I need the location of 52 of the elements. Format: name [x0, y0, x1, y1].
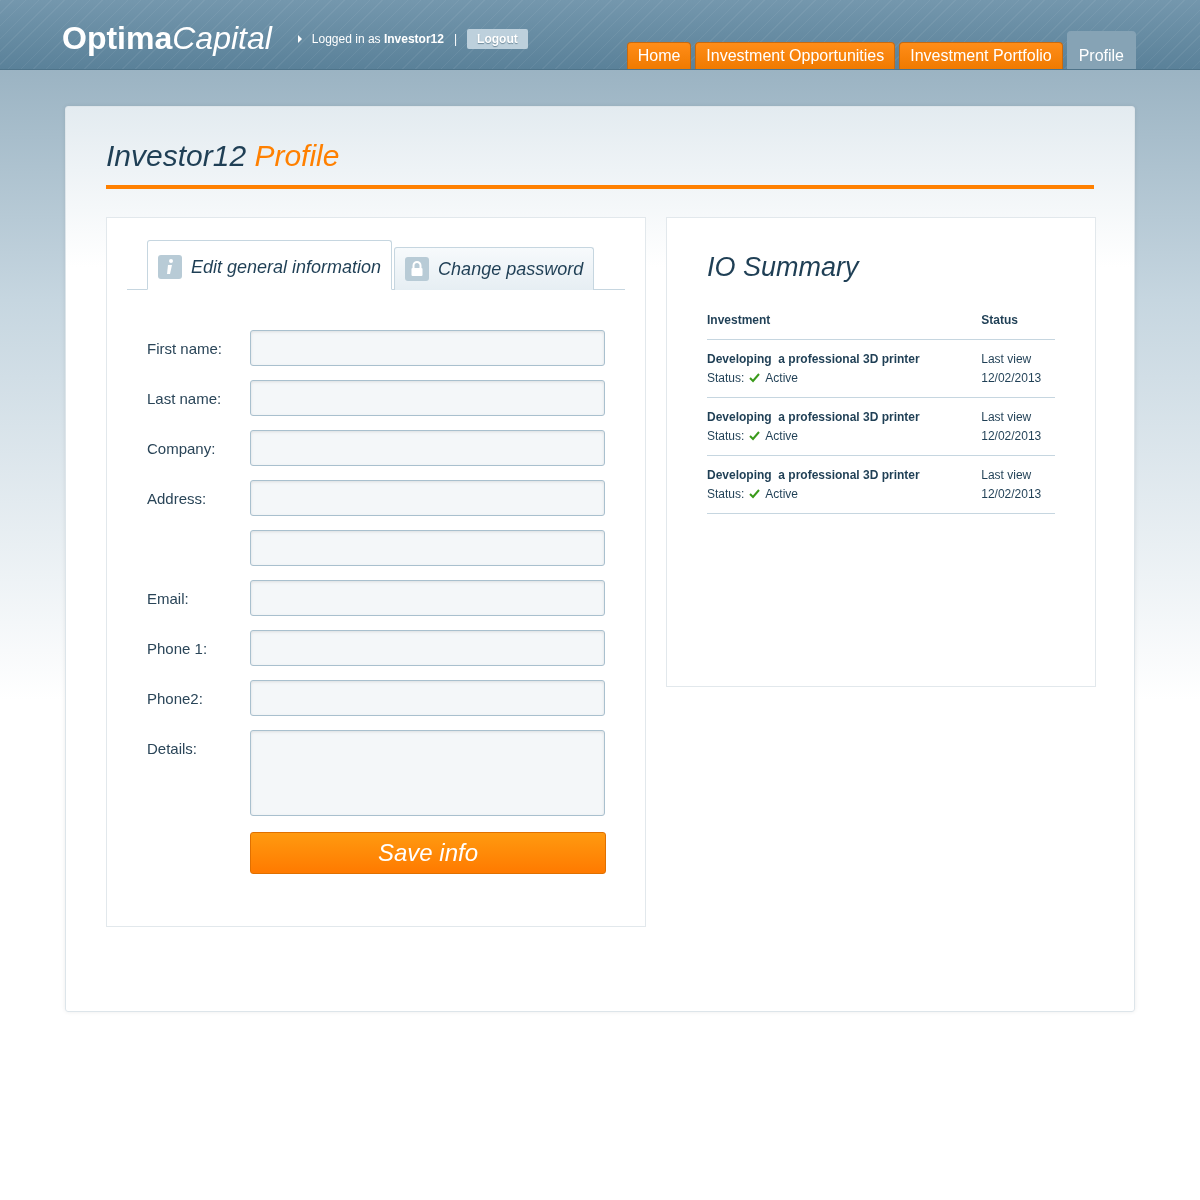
investment-name[interactable]: Developing a professional 3D printer — [707, 410, 982, 424]
field-label: Email: — [147, 589, 190, 607]
lock-icon — [405, 257, 430, 281]
nav-tab[interactable]: Profile — [1066, 31, 1136, 69]
arrow-icon — [297, 34, 302, 43]
check-icon — [749, 489, 761, 499]
check-icon — [749, 373, 761, 383]
input-field[interactable] — [249, 580, 605, 616]
status-value: Active — [765, 429, 799, 443]
input-field[interactable] — [249, 480, 605, 516]
field-label: Phone2: — [147, 689, 204, 707]
nav-tab[interactable]: Home — [626, 42, 692, 69]
status-value: Active — [765, 371, 799, 385]
field-label: Phone 1: — [147, 639, 209, 657]
field-label: Company: — [147, 439, 217, 457]
column-header: Status — [981, 313, 1019, 327]
input-field[interactable] — [249, 430, 605, 466]
last-view-label: Last view — [981, 410, 1033, 424]
investment-name[interactable]: Developing a professional 3D printer — [707, 468, 982, 482]
field-label: Address: — [147, 489, 208, 507]
info-icon — [158, 255, 182, 279]
logo[interactable]: OptimaCapital — [62, 20, 272, 57]
nav-tab[interactable]: Investment Portfolio — [899, 42, 1063, 69]
nav-tab[interactable]: Investment Opportunities — [695, 42, 896, 69]
last-view-date: 12/02/2013 — [981, 487, 1043, 501]
last-view-label: Last view — [981, 352, 1033, 366]
input-field[interactable] — [249, 380, 605, 416]
status-label: Status: — [707, 429, 745, 443]
check-icon — [749, 431, 761, 441]
form-tab[interactable]: Change password — [394, 247, 595, 290]
field-label: Last name: — [147, 389, 223, 407]
status-label: Status: — [707, 487, 745, 501]
input-field[interactable] — [249, 530, 605, 566]
input-field[interactable] — [249, 330, 605, 366]
field-label: First name: — [147, 339, 223, 357]
investment-name[interactable]: Developing a professional 3D printer — [707, 352, 982, 366]
last-view-date: 12/02/2013 — [981, 371, 1043, 385]
details-field[interactable] — [249, 730, 605, 816]
status-label: Status: — [707, 371, 745, 385]
login-status: Logged in as Investor12 — [311, 31, 444, 46]
field-label: Details: — [147, 739, 199, 757]
summary-title: IO Summary — [707, 252, 861, 283]
status-value: Active — [765, 487, 799, 501]
last-view-date: 12/02/2013 — [981, 429, 1043, 443]
last-view-label: Last view — [981, 468, 1033, 482]
column-header: Investment — [707, 313, 772, 327]
input-field[interactable] — [249, 630, 605, 666]
page-title: Investor12 Profile — [106, 139, 1094, 189]
separator: | — [453, 31, 458, 46]
form-tab[interactable]: Edit general information — [147, 240, 393, 290]
input-field[interactable] — [249, 680, 605, 716]
save-button[interactable]: Save info — [250, 832, 606, 874]
